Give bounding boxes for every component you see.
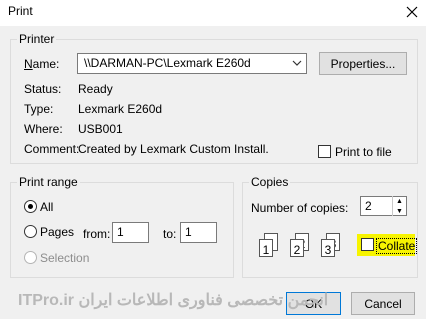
to-input[interactable]: 1	[180, 222, 217, 243]
watermark-text: انجمن تخصصی فناوری اطلاعات ایران ITPro.i…	[18, 292, 329, 309]
copies-group: Copies	[242, 175, 418, 278]
properties-button-label: Properties...	[330, 56, 396, 71]
number-of-copies-value: 2	[365, 199, 372, 213]
printer-name-label: Name:	[24, 57, 60, 71]
to-input-value: 1	[185, 225, 192, 239]
collate-checkbox[interactable]	[361, 238, 374, 251]
pages-radio[interactable]	[24, 225, 37, 238]
close-icon	[406, 6, 418, 18]
print-to-file-checkbox[interactable]	[318, 145, 331, 158]
collate-page-icon: 3	[321, 239, 335, 257]
title-bar: Print	[0, 0, 426, 26]
number-of-copies-label: Number of copies:	[251, 201, 349, 215]
chevron-down-icon	[292, 57, 302, 71]
where-value: USB001	[78, 122, 123, 136]
properties-button[interactable]: Properties...	[319, 52, 407, 75]
all-radio-label[interactable]: All	[40, 200, 53, 214]
spin-up-icon[interactable]: ▲	[393, 196, 406, 206]
copies-group-label: Copies	[251, 175, 289, 189]
printer-group-label: Printer	[19, 32, 55, 46]
spin-down-icon[interactable]: ▼	[393, 206, 406, 216]
copies-spinner[interactable]: ▲ ▼	[392, 196, 406, 216]
selection-radio[interactable]	[24, 251, 37, 264]
pages-radio-label[interactable]: Pages	[40, 225, 74, 239]
from-input-value: 1	[117, 225, 124, 239]
type-label: Type:	[24, 102, 54, 116]
selection-radio-label[interactable]: Selection	[40, 251, 89, 265]
printer-name-value: \\DARMAN-PC\Lexmark E260d	[84, 56, 251, 70]
from-label: from:	[83, 227, 111, 241]
print-range-group-label: Print range	[19, 175, 78, 189]
where-label: Where:	[24, 122, 63, 136]
collate-illustration: 1 2 2 3 3	[255, 233, 350, 261]
comment-value: Created by Lexmark Custom Install.	[78, 142, 269, 156]
all-radio[interactable]	[24, 200, 37, 213]
comment-label: Comment:	[24, 142, 80, 156]
status-label: Status:	[24, 82, 62, 96]
window-title: Print	[8, 4, 33, 18]
close-button[interactable]	[402, 2, 422, 22]
collate-page-icon: 2	[290, 239, 304, 257]
status-value: Ready	[78, 82, 113, 96]
type-value: Lexmark E260d	[78, 102, 163, 116]
collate-page-icon: 1	[259, 239, 273, 257]
from-input[interactable]: 1	[112, 222, 149, 243]
print-to-file-label[interactable]: Print to file	[335, 145, 392, 159]
printer-name-combo[interactable]: \\DARMAN-PC\Lexmark E260d	[77, 53, 307, 74]
to-label: to:	[163, 227, 177, 241]
collate-label[interactable]: Collate	[376, 238, 418, 254]
